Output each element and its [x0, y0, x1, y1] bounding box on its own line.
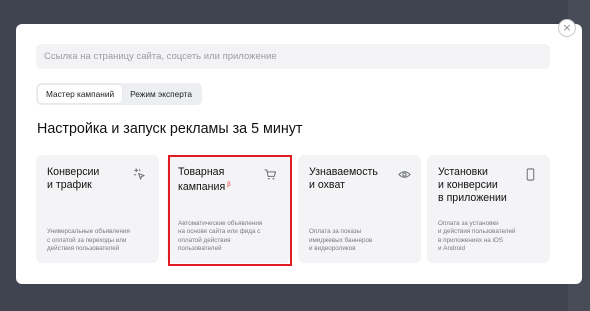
campaign-type-modal: Мастер кампаний Режим эксперта Настройка…	[16, 24, 582, 284]
card-description: Автоматические объявления на основе сайт…	[178, 219, 263, 253]
card-title: Узнаваемость и охват	[309, 166, 378, 191]
mode-switch: Мастер кампаний Режим эксперта	[36, 83, 202, 105]
close-button[interactable]: ×	[558, 19, 576, 37]
card-title: Установки и конверсии в приложении	[438, 166, 507, 204]
page-title: Настройка и запуск рекламы за 5 минут	[37, 121, 303, 137]
tab-expert-mode[interactable]: Режим эксперта	[122, 85, 200, 103]
phone-icon	[526, 168, 535, 181]
campaign-card-product[interactable]: Товарная кампания β Автоматические объявл…	[167, 155, 290, 263]
eye-icon	[398, 171, 411, 178]
tab-campaign-wizard[interactable]: Мастер кампаний	[38, 85, 123, 103]
beta-badge: β	[227, 182, 231, 188]
campaign-card-conversions[interactable]: Конверсии и трафик Универсальные объявле…	[36, 155, 159, 263]
card-title: Конверсии и трафик	[47, 166, 100, 191]
campaign-card-awareness[interactable]: Узнаваемость и охват Оплата за показы им…	[298, 155, 421, 263]
card-title: Товарная кампания β	[178, 166, 231, 193]
site-link-input[interactable]	[36, 44, 550, 69]
cart-icon	[264, 169, 277, 180]
card-description: Универсальные объявления с оплатой за пе…	[47, 228, 130, 253]
sparkle-cursor-icon	[133, 168, 145, 180]
card-description: Оплата за установки и действия пользоват…	[438, 219, 516, 253]
campaign-card-apps[interactable]: Установки и конверсии в приложении Оплат…	[427, 155, 550, 263]
card-description: Оплата за показы имиджевых баннеров и ви…	[309, 228, 373, 253]
